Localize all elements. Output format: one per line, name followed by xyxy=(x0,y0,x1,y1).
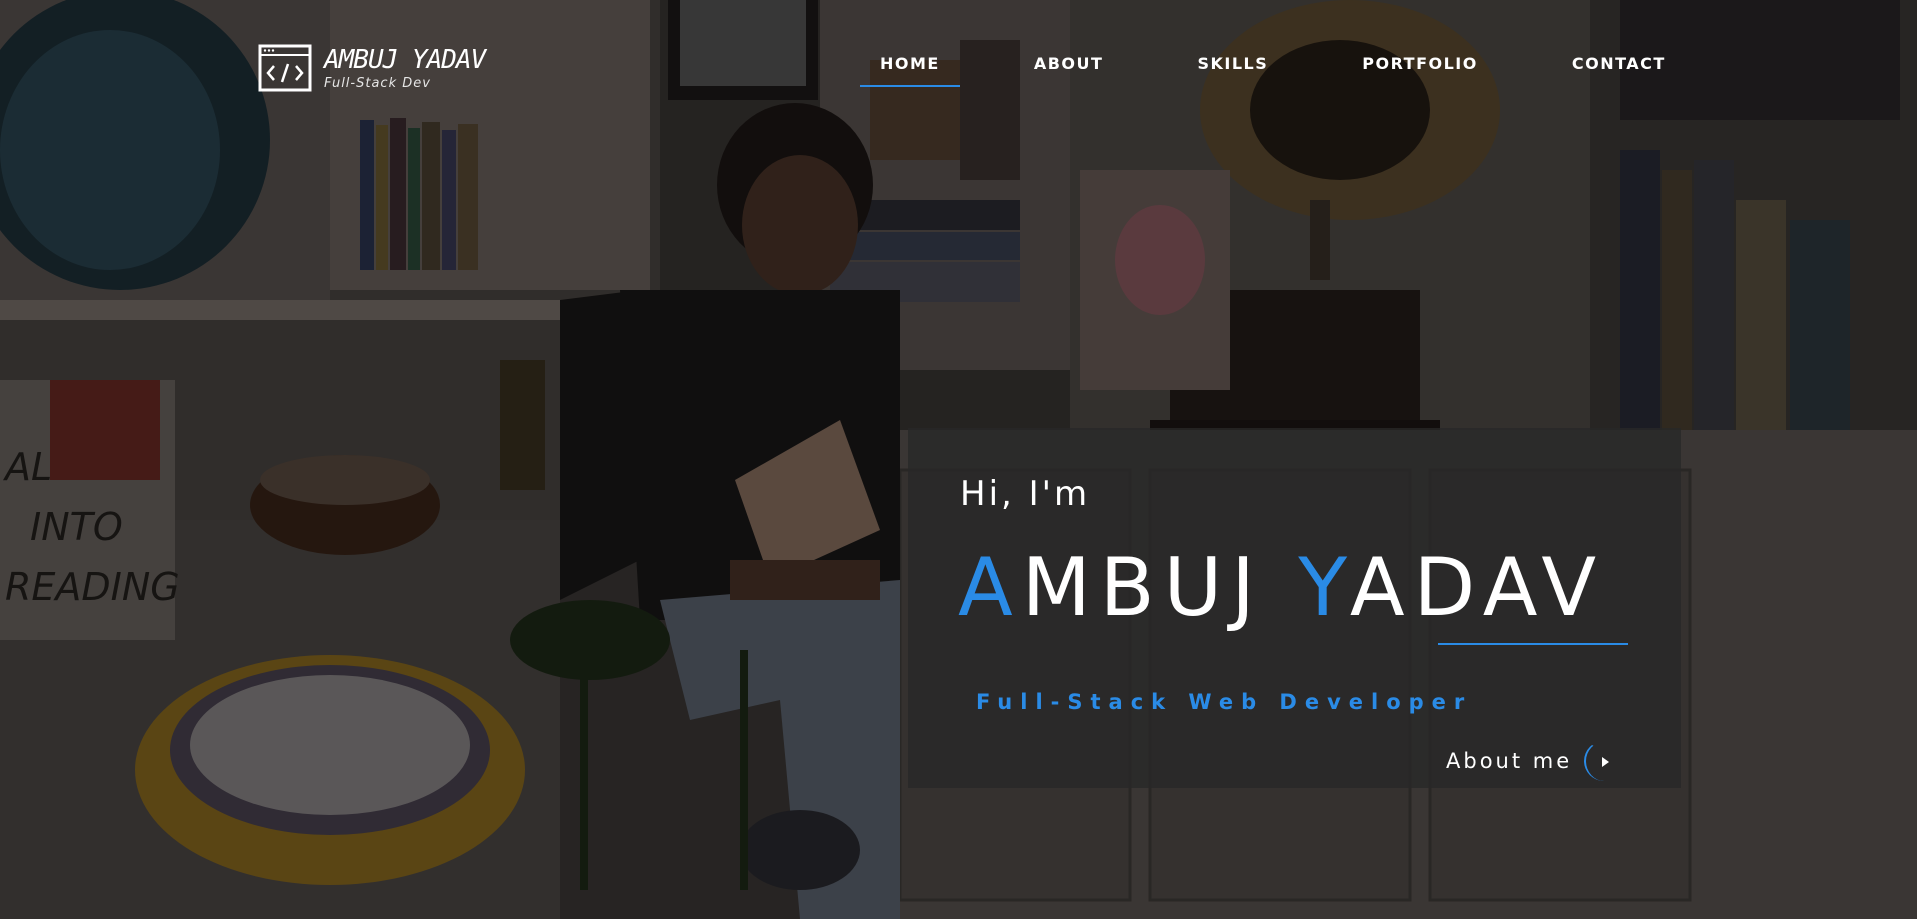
about-me-button[interactable]: About me xyxy=(1446,741,1624,781)
name-first-initial: A xyxy=(958,541,1022,634)
brand-name: AMBUJ YADAV xyxy=(324,44,486,75)
nav-skills[interactable]: SKILLS xyxy=(1197,54,1268,87)
role-text: Full-Stack Web Developer xyxy=(976,690,1473,714)
brand-tagline: Full-Stack Dev xyxy=(324,75,431,91)
nav-about[interactable]: ABOUT xyxy=(1034,54,1104,87)
nav-portfolio[interactable]: PORTFOLIO xyxy=(1362,54,1478,87)
play-arrow-icon xyxy=(1584,741,1624,781)
code-window-icon xyxy=(258,44,312,92)
brand-logo[interactable]: AMBUJ YADAV Full-Stack Dev xyxy=(258,44,486,92)
name-last-initial: Y xyxy=(1298,541,1350,634)
hero-section: ALL INTO READING AMBUJ YADAV Full-Stack … xyxy=(0,0,1917,919)
greeting-text: Hi, I'm xyxy=(960,474,1091,514)
main-nav: HOME ABOUT SKILLS PORTFOLIO CONTACT xyxy=(860,54,1666,87)
name-last-rest: ADAV xyxy=(1349,541,1606,634)
name-first-rest: MBUJ xyxy=(1021,541,1299,634)
about-me-label: About me xyxy=(1446,749,1573,773)
name-underline xyxy=(1438,643,1628,645)
intro-card: Hi, I'm AMBUJ YADAV Full-Stack Web Devel… xyxy=(908,428,1681,788)
nav-home[interactable]: HOME xyxy=(860,54,960,87)
nav-contact[interactable]: CONTACT xyxy=(1572,54,1666,87)
hero-name: AMBUJ YADAV xyxy=(958,541,1605,634)
